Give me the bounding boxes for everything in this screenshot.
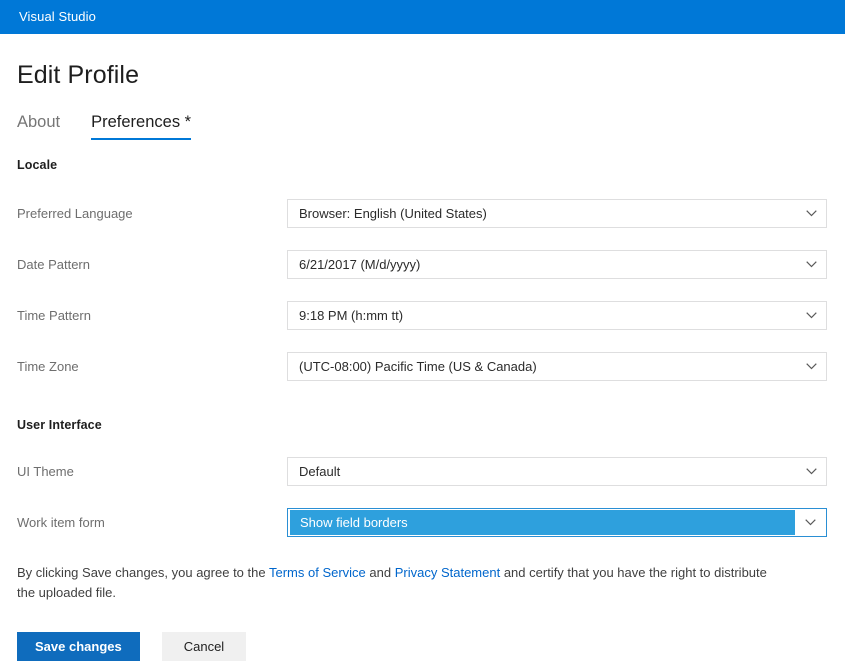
field-row-date-pattern: Date Pattern 6/21/2017 (M/d/yyyy) (0, 239, 845, 290)
select-time-zone[interactable]: (UTC-08:00) Pacific Time (US & Canada) (287, 352, 827, 381)
label-time-pattern: Time Pattern (17, 307, 91, 323)
select-ui-theme-value: Default (299, 464, 341, 479)
chevron-down-icon (796, 468, 826, 475)
select-preferred-language-value: Browser: English (United States) (299, 206, 487, 221)
chevron-down-icon (796, 210, 826, 217)
tab-about[interactable]: About (17, 112, 60, 140)
page-title: Edit Profile (17, 61, 140, 89)
field-row-work-item-form: Work item form Show field borders (0, 497, 845, 548)
select-time-zone-value: (UTC-08:00) Pacific Time (US & Canada) (299, 359, 537, 374)
label-time-zone: Time Zone (17, 358, 79, 374)
terms-of-service-link[interactable]: Terms of Service (269, 565, 366, 580)
label-work-item-form: Work item form (17, 514, 105, 530)
privacy-statement-link[interactable]: Privacy Statement (395, 565, 501, 580)
select-time-pattern[interactable]: 9:18 PM (h:mm tt) (287, 301, 827, 330)
label-date-pattern: Date Pattern (17, 256, 90, 272)
save-changes-button[interactable]: Save changes (17, 632, 140, 661)
tab-bar: About Preferences * (17, 106, 222, 140)
tab-about-label: About (17, 113, 61, 131)
label-preferred-language: Preferred Language (17, 205, 133, 221)
tab-preferences[interactable]: Preferences * (91, 112, 191, 140)
field-row-preferred-language: Preferred Language Browser: English (Uni… (0, 188, 845, 239)
select-date-pattern-value: 6/21/2017 (M/d/yyyy) (299, 257, 421, 272)
app-header-bar: Visual Studio (0, 0, 845, 34)
select-preferred-language[interactable]: Browser: English (United States) (287, 199, 827, 228)
page-body: Edit Profile About Preferences * Locale … (0, 34, 845, 672)
tab-preferences-label: Preferences * (91, 113, 192, 131)
field-row-time-pattern: Time Pattern 9:18 PM (h:mm tt) (0, 290, 845, 341)
select-time-pattern-value: 9:18 PM (h:mm tt) (299, 308, 404, 323)
app-title: Visual Studio (19, 9, 96, 24)
chevron-down-icon (796, 312, 826, 319)
preferences-form: Locale Preferred Language Browser: Engli… (0, 158, 845, 548)
chevron-down-icon (796, 363, 826, 370)
legal-disclaimer: By clicking Save changes, you agree to t… (17, 563, 777, 603)
legal-text-part2: and (365, 565, 395, 580)
cancel-button[interactable]: Cancel (161, 632, 247, 661)
label-ui-theme: UI Theme (17, 463, 74, 479)
section-header-user-interface: User Interface (17, 418, 102, 432)
legal-text-part1: By clicking Save changes, you agree to t… (17, 565, 269, 580)
section-header-locale: Locale (17, 158, 58, 172)
select-work-item-form[interactable]: Show field borders (287, 508, 827, 537)
form-actions: Save changes Cancel (17, 632, 247, 661)
select-work-item-form-value: Show field borders (289, 510, 795, 535)
field-row-ui-theme: UI Theme Default (0, 446, 845, 497)
chevron-down-icon (796, 261, 826, 268)
select-ui-theme[interactable]: Default (287, 457, 827, 486)
field-row-time-zone: Time Zone (UTC-08:00) Pacific Time (US &… (0, 341, 845, 392)
chevron-down-icon (795, 519, 825, 526)
select-date-pattern[interactable]: 6/21/2017 (M/d/yyyy) (287, 250, 827, 279)
